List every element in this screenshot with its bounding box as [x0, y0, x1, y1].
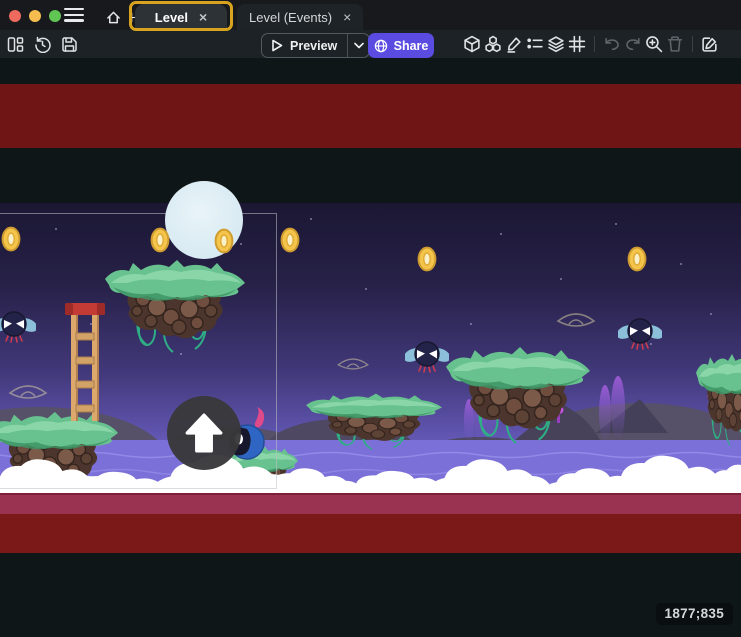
coin[interactable]: [627, 246, 647, 272]
close-window-button[interactable]: [9, 10, 21, 22]
objects-group-icon[interactable]: [483, 33, 503, 55]
floating-island[interactable]: [306, 393, 442, 451]
toolbar-separator: [692, 36, 693, 52]
flying-enemy[interactable]: [0, 308, 36, 346]
home-icon: [106, 10, 121, 25]
history-icon[interactable]: [32, 33, 52, 55]
toolbar-separator: [594, 36, 595, 52]
floating-island[interactable]: [105, 259, 245, 355]
ladder[interactable]: [65, 303, 105, 421]
share-button[interactable]: Share: [368, 33, 434, 58]
object-3d-icon[interactable]: [462, 33, 482, 55]
flying-enemy[interactable]: [618, 315, 662, 353]
undo-icon[interactable]: [602, 33, 622, 55]
cloud: [425, 455, 555, 493]
maximize-window-button[interactable]: [49, 10, 61, 22]
edit-pencil-icon[interactable]: [504, 33, 524, 55]
grid-icon[interactable]: [567, 33, 587, 55]
tab-level-events[interactable]: Level (Events) ×: [237, 4, 363, 30]
coin[interactable]: [280, 227, 300, 253]
cursor-coordinates: 1877;835: [656, 603, 733, 625]
toolbar-left-group: [5, 30, 79, 58]
play-icon: [271, 39, 283, 52]
layers-icon[interactable]: [546, 33, 566, 55]
trash-icon[interactable]: [665, 33, 685, 55]
tab-label: Level (Events): [249, 10, 332, 25]
coin[interactable]: [150, 227, 170, 253]
panels-icon[interactable]: [5, 33, 25, 55]
toolbar-right-group: [462, 30, 720, 58]
globe-icon: [374, 39, 388, 53]
cloud: [698, 461, 741, 493]
background-band-red-bottom: [0, 514, 741, 553]
chevron-down-icon: [354, 42, 364, 49]
menu-icon[interactable]: [64, 8, 84, 23]
preview-button[interactable]: Preview: [261, 33, 370, 58]
tab-level[interactable]: Level ×: [135, 4, 227, 30]
floating-island[interactable]: [696, 353, 741, 448]
toolbar: Preview Share: [0, 30, 741, 58]
close-tab-icon[interactable]: ×: [199, 10, 207, 24]
tab-label: Level: [155, 10, 188, 25]
title-bar: Home Level × Level (Events) ×: [0, 0, 741, 30]
minimize-window-button[interactable]: [29, 10, 41, 22]
coin[interactable]: [214, 228, 234, 254]
window-controls: [9, 10, 61, 22]
background-band-magenta: [0, 493, 741, 514]
close-tab-icon[interactable]: ×: [343, 10, 351, 24]
zoom-in-icon[interactable]: [644, 33, 664, 55]
arrow-up-icon: [185, 413, 223, 453]
floating-island[interactable]: [446, 346, 590, 446]
coin[interactable]: [1, 226, 21, 252]
redo-icon[interactable]: [623, 33, 643, 55]
app-window: 1877;835 Home Level × Level (Events) ×: [0, 0, 741, 637]
preview-dropdown[interactable]: [347, 34, 369, 57]
flying-enemy[interactable]: [405, 338, 449, 376]
edit-scene-icon[interactable]: [700, 33, 720, 55]
share-label: Share: [394, 39, 429, 53]
jump-button[interactable]: [167, 396, 241, 470]
background-band-red-top: [0, 84, 741, 148]
coin[interactable]: [417, 246, 437, 272]
preview-label: Preview: [290, 39, 337, 53]
save-icon[interactable]: [59, 33, 79, 55]
instances-list-icon[interactable]: [525, 33, 545, 55]
